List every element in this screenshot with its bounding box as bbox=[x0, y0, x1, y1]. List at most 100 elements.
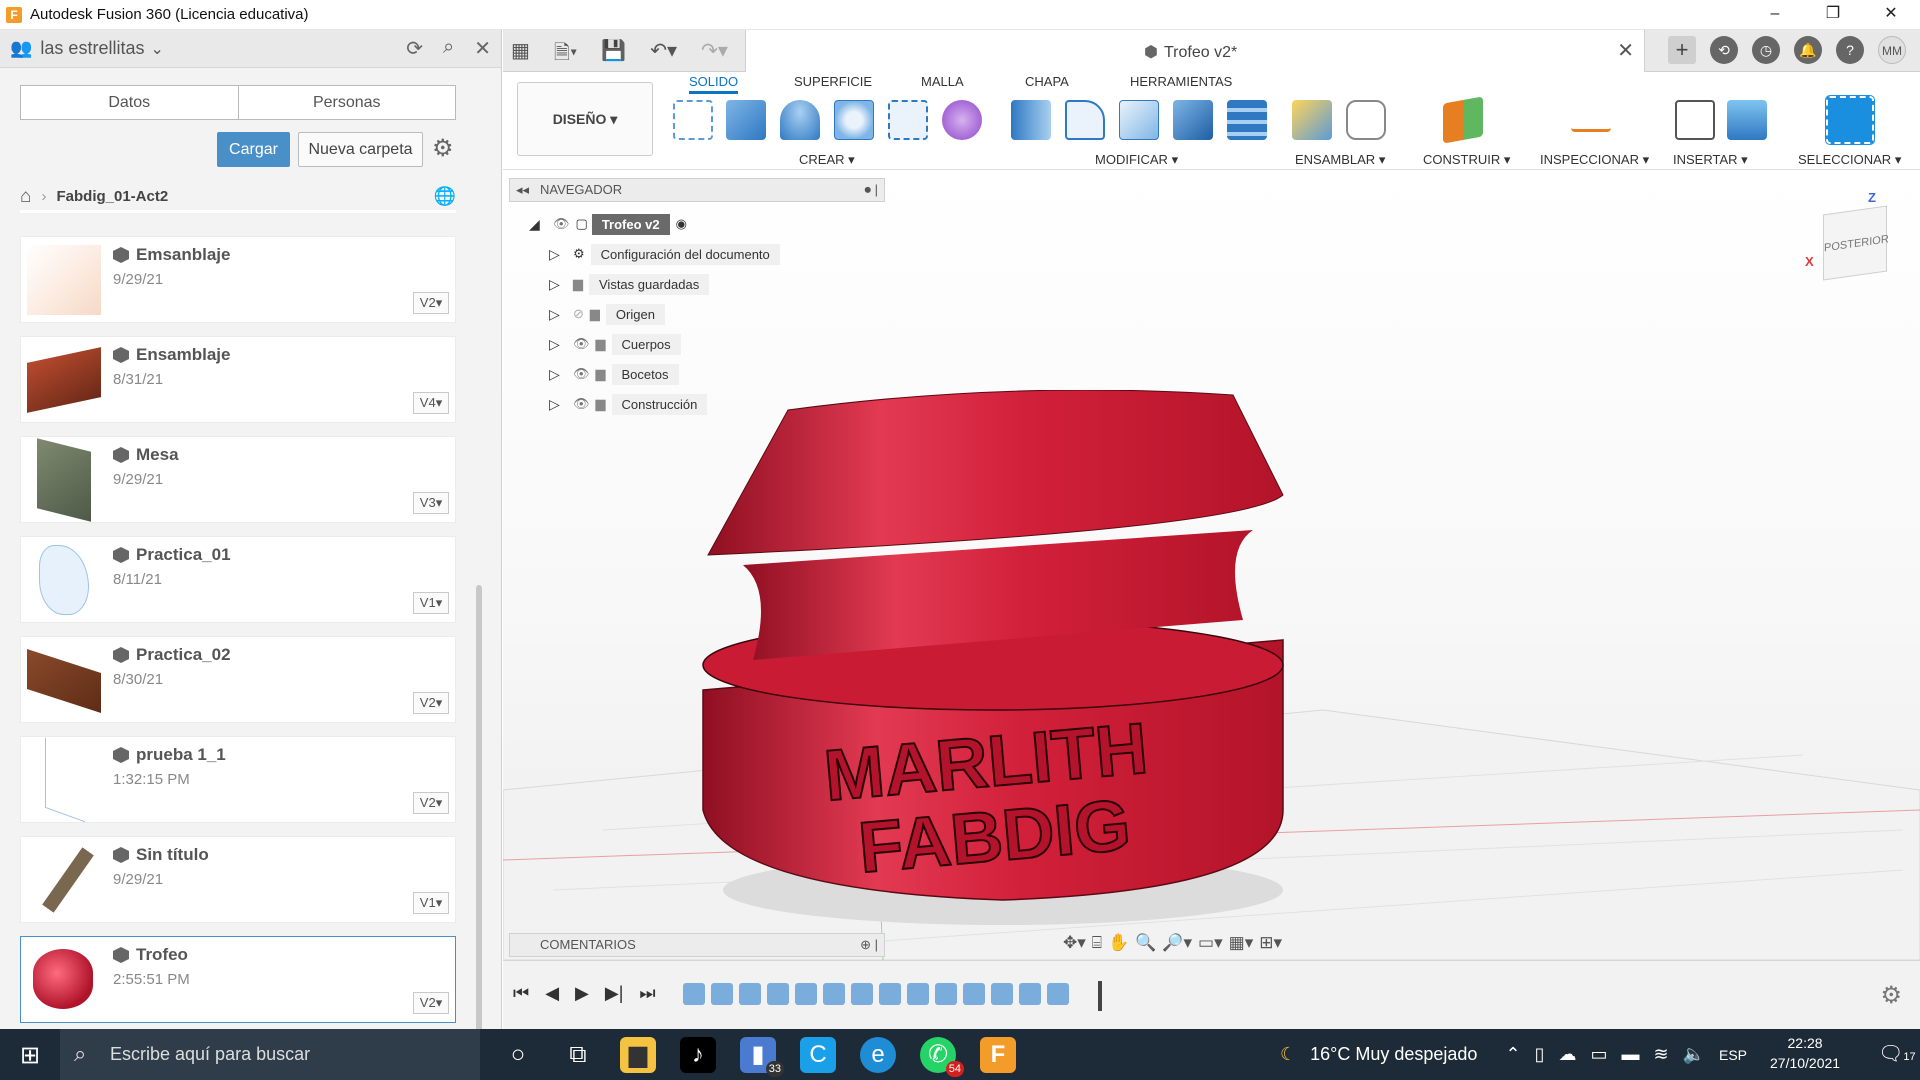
minimize-button[interactable]: – bbox=[1746, 0, 1804, 30]
pin-icon[interactable]: ⏺ | bbox=[865, 179, 879, 201]
list-item[interactable]: Practica_01 8/11/21 V1▾ bbox=[20, 536, 456, 623]
go-end-icon[interactable]: ⏭ bbox=[639, 983, 655, 1004]
expand-triangle-icon[interactable]: ▷ bbox=[549, 276, 567, 293]
pin-icon[interactable]: ⊕ | bbox=[860, 934, 878, 956]
play-icon[interactable]: ▶ bbox=[575, 983, 589, 1004]
create-menu[interactable]: CREAR ▾ bbox=[799, 152, 855, 168]
timeline-feature[interactable] bbox=[767, 983, 789, 1005]
new-folder-button[interactable]: Nueva carpeta bbox=[298, 132, 423, 167]
tab-personas[interactable]: Personas bbox=[239, 86, 456, 119]
new-tab-button[interactable]: + bbox=[1668, 36, 1696, 64]
version-dropdown[interactable]: V4▾ bbox=[413, 392, 449, 414]
collapse-icon[interactable]: ◂◂ bbox=[516, 179, 529, 201]
gear-icon[interactable]: ⚙ bbox=[432, 134, 454, 163]
orbit-icon[interactable]: ✥▾ bbox=[1063, 933, 1086, 959]
list-item[interactable]: prueba 1_1 1:32:15 PM V2▾ bbox=[20, 736, 456, 823]
list-item[interactable]: Practica_02 8/30/21 V2▾ bbox=[20, 636, 456, 723]
eye-hidden-icon[interactable]: ⊘ bbox=[573, 306, 584, 322]
offset-plane-icon[interactable] bbox=[1443, 96, 1483, 144]
whatsapp-icon[interactable]: ✆ 54 bbox=[920, 1037, 964, 1077]
undo-icon[interactable]: ↶▾ bbox=[650, 38, 677, 72]
timeline-feature[interactable] bbox=[907, 983, 929, 1005]
new-component-icon[interactable] bbox=[1292, 100, 1332, 140]
extensions-icon[interactable]: ⟲ bbox=[1710, 36, 1738, 64]
expand-triangle-icon[interactable]: ▷ bbox=[549, 336, 567, 353]
version-dropdown[interactable]: V2▾ bbox=[413, 792, 449, 814]
list-item[interactable]: Sin título 9/29/21 V1▾ bbox=[20, 836, 456, 923]
hole-icon[interactable] bbox=[834, 100, 874, 140]
expand-triangle-icon[interactable]: ▷ bbox=[549, 246, 567, 263]
trophy-model[interactable]: MARLITH FABDIG bbox=[683, 390, 1323, 930]
create-sketch-icon[interactable] bbox=[673, 100, 713, 140]
revolve-icon[interactable] bbox=[780, 100, 820, 140]
search-icon[interactable]: ⌕ bbox=[443, 36, 454, 61]
version-dropdown[interactable]: V2▾ bbox=[413, 692, 449, 714]
display-icon[interactable]: ▭ bbox=[1590, 1044, 1607, 1065]
close-icon[interactable]: ✕ bbox=[474, 36, 491, 61]
browser-node-construction[interactable]: ▷ 👁 ▆ Construcción bbox=[549, 392, 708, 416]
expand-triangle-icon[interactable]: ▷ bbox=[549, 366, 567, 383]
timeline-feature[interactable] bbox=[1047, 983, 1069, 1005]
wifi-icon[interactable]: ≋ bbox=[1653, 1044, 1668, 1065]
timeline-feature[interactable] bbox=[991, 983, 1013, 1005]
restore-button[interactable]: ❐ bbox=[1804, 0, 1862, 30]
volume-icon[interactable]: 🔈 bbox=[1683, 1044, 1705, 1065]
chamfer-icon[interactable] bbox=[1119, 100, 1159, 140]
globe-icon[interactable]: 🌐 bbox=[434, 186, 456, 207]
avatar[interactable]: MM bbox=[1878, 36, 1906, 64]
eye-icon[interactable]: 👁 bbox=[573, 366, 590, 382]
browser-node-origin[interactable]: ▷ ⊘ ▆ Origen bbox=[549, 302, 665, 326]
timeline-feature[interactable] bbox=[963, 983, 985, 1005]
workspace-switcher[interactable]: DISEÑO ▾ bbox=[517, 82, 653, 156]
list-item[interactable]: Trofeo 2:55:51 PM V2▾ bbox=[20, 936, 456, 1023]
weather-text[interactable]: 16°C Muy despejado bbox=[1310, 1044, 1477, 1065]
tab-superficie[interactable]: SUPERFICIE bbox=[794, 74, 872, 89]
onedrive-icon[interactable]: ☁ bbox=[1558, 1044, 1576, 1065]
gear-icon[interactable]: ⚙ bbox=[1880, 981, 1902, 1010]
modify-menu[interactable]: MODIFICAR ▾ bbox=[1095, 152, 1178, 168]
timeline-feature[interactable] bbox=[711, 983, 733, 1005]
comments-panel-header[interactable]: COMENTARIOS ⊕ | bbox=[509, 933, 885, 957]
look-at-icon[interactable]: ⌸ bbox=[1092, 933, 1102, 959]
edge-icon[interactable]: e bbox=[860, 1037, 896, 1073]
teams-icon[interactable]: ▮ 33 bbox=[740, 1037, 784, 1077]
app-c-icon[interactable]: C bbox=[800, 1037, 836, 1073]
task-view-icon[interactable]: ⧉ bbox=[560, 1037, 596, 1073]
version-dropdown[interactable]: V3▾ bbox=[413, 492, 449, 514]
timeline-feature[interactable] bbox=[683, 983, 705, 1005]
3d-canvas[interactable]: MARLITH FABDIG ◂◂ NAVEGADOR ⏺ | ◢ 👁 ▢ Tr… bbox=[503, 170, 1920, 960]
help-icon[interactable]: ? bbox=[1836, 36, 1864, 64]
tab-herramientas[interactable]: HERRAMIENTAS bbox=[1130, 74, 1232, 89]
eye-icon[interactable]: 👁 bbox=[573, 396, 590, 412]
clock[interactable]: 22:28 27/10/2021 bbox=[1770, 1033, 1840, 1073]
combine-icon[interactable] bbox=[1173, 100, 1213, 140]
collapse-triangle-icon[interactable]: ◢ bbox=[529, 216, 547, 233]
refresh-icon[interactable]: ⟳ bbox=[406, 36, 423, 61]
tab-datos[interactable]: Datos bbox=[21, 86, 239, 119]
notifications-icon[interactable]: 🔔 bbox=[1794, 36, 1822, 64]
version-dropdown[interactable]: V2▾ bbox=[413, 292, 449, 314]
browser-node-bodies[interactable]: ▷ 👁 ▆ Cuerpos bbox=[549, 332, 681, 356]
timeline-feature[interactable] bbox=[851, 983, 873, 1005]
tab-malla[interactable]: MALLA bbox=[921, 74, 964, 89]
breadcrumb-folder[interactable]: Fabdig_01-Act2 bbox=[56, 188, 168, 205]
timeline-feature[interactable] bbox=[823, 983, 845, 1005]
go-start-icon[interactable]: ⏮ bbox=[513, 983, 529, 1004]
fusion-taskbar-icon[interactable]: F bbox=[980, 1037, 1016, 1073]
list-item[interactable]: Ensamblaje 8/31/21 V4▾ bbox=[20, 336, 456, 423]
home-icon[interactable]: ⌂ bbox=[20, 186, 31, 208]
close-window-button[interactable]: ✕ bbox=[1862, 0, 1920, 30]
timeline-feature[interactable] bbox=[935, 983, 957, 1005]
browser-node-config[interactable]: ▷ ⚙ Configuración del documento bbox=[549, 242, 780, 266]
save-icon[interactable]: 💾 bbox=[601, 38, 626, 72]
list-item[interactable]: Emsanblaje 9/29/21 V2▾ bbox=[20, 236, 456, 323]
timeline-feature[interactable] bbox=[739, 983, 761, 1005]
expand-triangle-icon[interactable]: ▷ bbox=[549, 306, 567, 323]
insert-derive-icon[interactable] bbox=[1675, 100, 1715, 140]
activate-radio-icon[interactable]: ◉ bbox=[676, 216, 687, 232]
step-back-icon[interactable]: ◀ bbox=[545, 983, 559, 1004]
eye-icon[interactable]: 👁 bbox=[553, 216, 570, 232]
timeline-marker[interactable] bbox=[1098, 981, 1102, 1011]
tab-trofeo[interactable]: ⬢ Trofeo v2* ✕ bbox=[745, 30, 1645, 72]
browser-node-views[interactable]: ▷ ▆ Vistas guardadas bbox=[549, 272, 710, 296]
